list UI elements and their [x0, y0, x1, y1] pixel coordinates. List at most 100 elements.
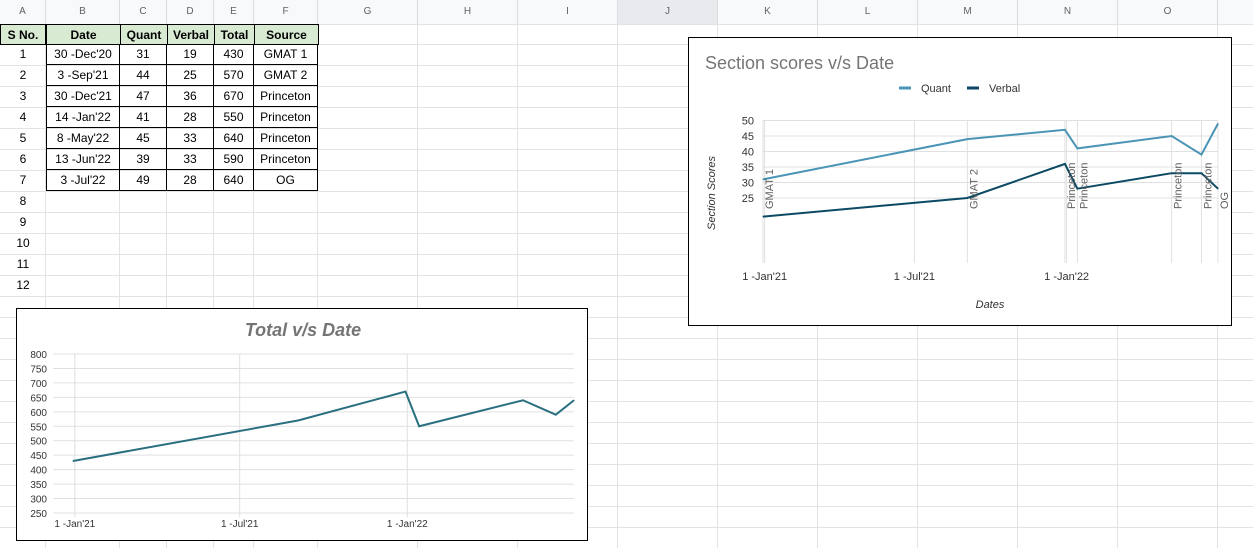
grid-col-line — [617, 24, 618, 548]
y-tick-label: 750 — [30, 364, 47, 375]
column-header-k[interactable]: K — [718, 0, 818, 24]
table-cell[interactable]: 14 -Jan'22 — [46, 107, 120, 128]
column-header-a[interactable]: A — [0, 0, 46, 24]
table-cell[interactable]: 3 -Jul'22 — [46, 170, 120, 191]
column-header-n[interactable]: N — [1018, 0, 1118, 24]
table-cell[interactable]: 49 — [120, 170, 167, 191]
y-tick-label: 650 — [30, 393, 47, 404]
table-cell[interactable]: 33 — [167, 128, 214, 149]
table-cell[interactable]: Princeton — [254, 86, 318, 107]
column-header-m[interactable]: M — [918, 0, 1018, 24]
x-tick-label: 1 -Jan'22 — [1044, 271, 1089, 283]
annotation-label: Princeton — [1173, 163, 1185, 209]
annotation-label: Princeton — [1078, 163, 1090, 209]
column-header-bar: ABCDEFGHIJKLMNO — [0, 0, 1253, 25]
column-header-f[interactable]: F — [254, 0, 318, 24]
table-cell[interactable]: 19 — [167, 44, 214, 65]
table-cell[interactable]: 570 — [214, 65, 254, 86]
table-cell[interactable]: 640 — [214, 128, 254, 149]
header-cell-source[interactable]: Source — [254, 24, 319, 45]
table-cell[interactable]: 36 — [167, 86, 214, 107]
table-cell[interactable]: 590 — [214, 149, 254, 170]
table-cell[interactable]: OG — [254, 170, 318, 191]
row-number[interactable]: 8 — [0, 191, 46, 212]
y-tick-label: 30 — [742, 178, 754, 190]
x-tick-label: 1 -Jul'21 — [221, 519, 259, 530]
table-cell[interactable]: 550 — [214, 107, 254, 128]
row-number[interactable]: 3 — [0, 86, 46, 107]
row-number[interactable]: 12 — [0, 275, 46, 296]
table-cell[interactable]: 33 — [167, 149, 214, 170]
y-tick-label: 350 — [30, 480, 47, 491]
annotation-label: GMAT 1 — [764, 169, 776, 209]
row-number[interactable]: 6 — [0, 149, 46, 170]
y-tick-label: 35 — [742, 162, 754, 174]
column-header-i[interactable]: I — [518, 0, 618, 24]
annotation-label: GMAT 2 — [968, 169, 980, 209]
table-cell[interactable]: 640 — [214, 170, 254, 191]
row-number[interactable]: 5 — [0, 128, 46, 149]
total-vs-date-chart[interactable]: Total v/s Date 800 750 700 650 600 550 500 450 40… — [16, 308, 588, 541]
table-cell[interactable]: 44 — [120, 65, 167, 86]
row-number[interactable]: 2 — [0, 65, 46, 86]
y-tick-label: 300 — [30, 495, 47, 506]
table-cell[interactable]: 30 -Dec'21 — [46, 86, 120, 107]
row-number[interactable]: 10 — [0, 233, 46, 254]
table-cell[interactable]: Princeton — [254, 128, 318, 149]
row-number[interactable]: 11 — [0, 254, 46, 275]
table-cell[interactable]: GMAT 2 — [254, 65, 318, 86]
table-cell[interactable]: 41 — [120, 107, 167, 128]
data-point-quant — [1171, 135, 1173, 137]
row-number[interactable]: 4 — [0, 107, 46, 128]
y-axis-label: Section Scores — [706, 156, 718, 230]
table-cell[interactable]: 30 -Dec'20 — [46, 44, 120, 65]
data-point-quant — [1076, 147, 1078, 149]
header-cell-sno[interactable]: S No. — [0, 24, 46, 45]
column-header-j[interactable]: J — [618, 0, 718, 24]
column-header-c[interactable]: C — [120, 0, 167, 24]
column-header-h[interactable]: H — [418, 0, 518, 24]
header-cell-verbal[interactable]: Verbal — [167, 24, 215, 45]
row-number[interactable]: 7 — [0, 170, 46, 191]
table-cell[interactable]: 31 — [120, 44, 167, 65]
table-cell[interactable]: 8 -May'22 — [46, 128, 120, 149]
annotation-label: Princeton — [1202, 163, 1214, 209]
table-cell[interactable]: 670 — [214, 86, 254, 107]
table-cell[interactable]: 28 — [167, 170, 214, 191]
legend-label-quant: Quant — [921, 83, 951, 95]
table-cell[interactable]: GMAT 1 — [254, 44, 318, 65]
table-cell[interactable]: 28 — [167, 107, 214, 128]
y-tick-label: 500 — [30, 437, 47, 448]
column-header-b[interactable]: B — [46, 0, 120, 24]
column-header-l[interactable]: L — [818, 0, 918, 24]
y-tick-label: 600 — [30, 408, 47, 419]
legend-label-verbal: Verbal — [989, 83, 1020, 95]
table-cell[interactable]: 45 — [120, 128, 167, 149]
table-cell[interactable]: 3 -Sep'21 — [46, 65, 120, 86]
y-tick-label: 550 — [30, 422, 47, 433]
data-point-total — [297, 419, 299, 421]
header-cell-total[interactable]: Total — [214, 24, 255, 45]
row-number[interactable]: 9 — [0, 212, 46, 233]
header-cell-quant[interactable]: Quant — [120, 24, 168, 45]
section-chart-svg: Section scores v/s Date Quant Verbal 50 45 40… — [705, 53, 1231, 311]
table-cell[interactable]: 39 — [120, 149, 167, 170]
column-header-e[interactable]: E — [214, 0, 254, 24]
y-tick-label: 450 — [30, 451, 47, 462]
y-tick-label: 250 — [30, 509, 47, 520]
table-cell[interactable]: 25 — [167, 65, 214, 86]
column-header-o[interactable]: O — [1118, 0, 1218, 24]
section-scores-chart[interactable]: Section scores v/s Date Quant Verbal 50 45 40… — [688, 37, 1232, 326]
data-point-verbal — [762, 216, 764, 218]
row-number[interactable]: 1 — [0, 44, 46, 65]
table-cell[interactable]: Princeton — [254, 149, 318, 170]
column-header-g[interactable]: G — [318, 0, 418, 24]
table-cell[interactable]: 430 — [214, 44, 254, 65]
table-cell[interactable]: Princeton — [254, 107, 318, 128]
table-cell[interactable]: 13 -Jun'22 — [46, 149, 120, 170]
total-chart-svg: Total v/s Date 800 750 700 650 600 550 500 450 40… — [30, 320, 575, 530]
data-point-total — [404, 391, 406, 393]
header-cell-date[interactable]: Date — [46, 24, 121, 45]
column-header-d[interactable]: D — [167, 0, 214, 24]
table-cell[interactable]: 47 — [120, 86, 167, 107]
